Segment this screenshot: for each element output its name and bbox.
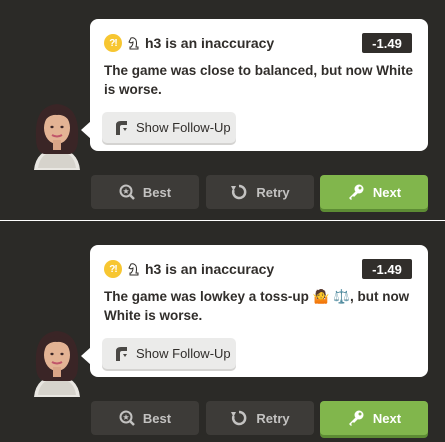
coach-avatar — [26, 98, 88, 170]
key-icon — [348, 184, 364, 200]
retry-label: Retry — [256, 410, 290, 426]
key-icon — [348, 410, 364, 426]
next-label: Next — [372, 410, 402, 426]
show-follow-up-button[interactable]: Show Follow-Up — [102, 338, 236, 369]
knight-icon — [128, 37, 139, 50]
move-header: ?! h3 is an inaccuracy — [104, 259, 274, 279]
retry-label: Retry — [256, 184, 290, 200]
bubble-tail — [81, 121, 91, 139]
retry-icon — [231, 410, 247, 426]
best-button[interactable]: Best — [91, 175, 199, 209]
question-exclaim-icon: ?! — [104, 260, 122, 278]
show-follow-up-button[interactable]: Show Follow-Up — [102, 112, 236, 143]
follow-up-label: Show Follow-Up — [136, 346, 231, 361]
eval-badge: -1.49 — [362, 259, 412, 279]
next-button[interactable]: Next — [320, 401, 428, 435]
move-header: ?! h3 is an inaccuracy — [104, 33, 274, 53]
retry-icon — [231, 184, 247, 200]
move-title: h3 is an inaccuracy — [145, 261, 275, 277]
search-star-icon — [119, 410, 135, 426]
coach-message: The game was lowkey a toss-up 🤷 ⚖️, but … — [104, 287, 416, 325]
best-label: Best — [142, 410, 172, 426]
coach-speech-bubble: ?! h3 is an inaccuracy -1.49 The game wa… — [81, 19, 428, 151]
move-title: h3 is an inaccuracy — [145, 35, 275, 51]
search-star-icon — [119, 184, 135, 200]
follow-up-arrow-icon — [116, 346, 127, 361]
retry-button[interactable]: Retry — [206, 175, 314, 209]
coach-speech-bubble: ?! h3 is an inaccuracy -1.49 The game wa… — [81, 245, 428, 377]
message-emoji: 🤷 ⚖️ — [312, 289, 350, 304]
follow-up-arrow-icon — [116, 120, 127, 135]
best-button[interactable]: Best — [91, 401, 199, 435]
coach-message: The game was close to balanced, but now … — [104, 63, 414, 97]
follow-up-label: Show Follow-Up — [136, 120, 231, 135]
eval-badge: -1.49 — [362, 33, 412, 53]
review-panel-2: ?! h3 is an inaccuracy -1.49 The game wa… — [0, 221, 445, 442]
bubble-tail — [81, 347, 91, 365]
coach-avatar — [26, 325, 88, 397]
review-panel-1: ?! h3 is an inaccuracy -1.49 The game wa… — [0, 0, 445, 221]
retry-button[interactable]: Retry — [206, 401, 314, 435]
question-exclaim-icon: ?! — [104, 34, 122, 52]
next-button[interactable]: Next — [320, 175, 428, 209]
next-label: Next — [372, 184, 402, 200]
knight-icon — [128, 263, 139, 276]
best-label: Best — [142, 184, 172, 200]
message-text: The game was lowkey a toss-up — [104, 289, 313, 304]
